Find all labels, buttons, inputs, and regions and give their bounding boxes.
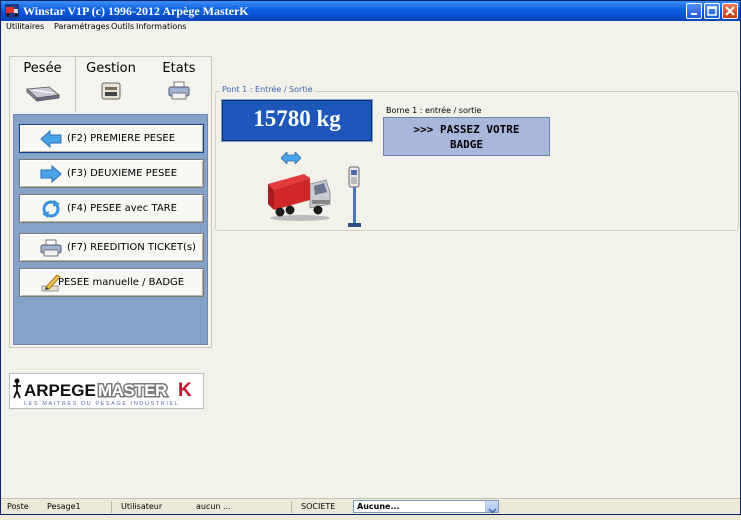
tab-pesee-label: Pesée: [23, 61, 62, 76]
arpege-logo-graphic: ARPEGE MASTER K LES MAITRES DU PESAGE IN…: [13, 378, 192, 407]
left-panel: Pesée Gestion Etats (F2) PREMIERE PESEE …: [9, 56, 212, 348]
pesee-manuelle-label: PESEE manuelle / BADGE: [58, 277, 185, 288]
maximize-button[interactable]: [704, 3, 720, 19]
premiere-pesee-label: (F2) PREMIERE PESEE: [67, 133, 176, 144]
user-label: Utilisateur: [121, 502, 163, 511]
societe-select[interactable]: Aucune...: [353, 500, 499, 514]
refresh-icon: [42, 200, 60, 218]
societe-select-value: Aucune...: [357, 502, 400, 511]
title-bar[interactable]: Winstar V1P (c) 1996-2012 Arpège MasterK: [1, 1, 740, 21]
register-icon: [101, 82, 121, 100]
societe-label: SOCIETE: [301, 502, 336, 511]
poste-value: Pesage1: [47, 502, 81, 511]
badge-message-display: >>> PASSEZ VOTRE BADGE: [383, 117, 550, 156]
arpege-masterk-logo: ARPEGE MASTER K LES MAITRES DU PESAGE IN…: [9, 373, 204, 409]
pesee-tare-label: (F4) PESEE avec TARE: [67, 203, 177, 214]
menu-outils[interactable]: Outils: [111, 22, 134, 31]
minimize-icon: [691, 13, 697, 15]
bidirectional-arrow-icon: [281, 152, 301, 164]
window-title: Winstar V1P (c) 1996-2012 Arpège MasterK: [23, 4, 249, 18]
status-divider: [291, 501, 292, 513]
reedition-ticket-label: (F7) REEDITION TICKET(s): [67, 242, 196, 253]
svg-text:K: K: [178, 380, 192, 401]
societe-select-arrow[interactable]: [485, 501, 498, 514]
tab-gestion-label: Gestion: [86, 61, 136, 76]
svg-text:LES MAITRES DU PESAGE INDUSTRI: LES MAITRES DU PESAGE INDUSTRIEL: [24, 401, 179, 407]
status-bar: Poste Pesage1 Utilisateur aucun ... SOCI…: [1, 498, 740, 514]
menu-bar: Utilitaires Paramétrages Outils Informat…: [1, 21, 740, 35]
tab-gestion[interactable]: Gestion: [78, 57, 144, 112]
svg-text:ARPEGE: ARPEGE: [24, 381, 96, 400]
chevron-down-icon: [488, 508, 497, 514]
close-button[interactable]: [722, 3, 738, 19]
truck-icon: [268, 174, 331, 221]
deuxieme-pesee-button[interactable]: (F3) DEUXIEME PESEE: [19, 159, 204, 188]
menu-parametrages[interactable]: Paramétrages: [54, 22, 110, 31]
weight-value: 15780 kg: [253, 106, 341, 131]
scale-icon: [25, 86, 60, 102]
badge-message-line-1: >>> PASSEZ VOTRE: [413, 123, 520, 136]
maximize-icon: [707, 6, 717, 16]
pesee-manuelle-button[interactable]: PESEE manuelle / BADGE: [19, 268, 204, 297]
printer-icon: [168, 81, 190, 100]
arrow-right-icon: [40, 165, 62, 183]
menu-informations[interactable]: Informations: [136, 22, 186, 31]
truck-app-icon: [5, 4, 19, 18]
badge-terminal-icon: [348, 166, 361, 227]
minimize-button[interactable]: [686, 3, 702, 19]
deuxieme-pesee-label: (F3) DEUXIEME PESEE: [67, 168, 178, 179]
user-value: aucun ...: [196, 502, 231, 511]
badge-message-line-2: BADGE: [449, 138, 484, 151]
action-button-panel: (F2) PREMIERE PESEE (F3) DEUXIEME PESEE …: [13, 114, 208, 345]
weighbridge-title: Pont 1 : Entrée / Sortie: [220, 85, 315, 94]
menu-utilitaires[interactable]: Utilitaires: [6, 22, 44, 31]
tab-etats[interactable]: Etats: [146, 57, 212, 112]
tab-etats-label: Etats: [162, 61, 196, 76]
borne-label: Borne 1 : entrée / sortie: [386, 106, 482, 115]
status-divider: [111, 501, 112, 513]
tab-pesee[interactable]: Pesée: [10, 57, 76, 112]
stick-figure-icon: [13, 378, 21, 399]
reedition-ticket-button[interactable]: (F7) REEDITION TICKET(s): [19, 233, 204, 262]
svg-text:MASTER: MASTER: [98, 381, 167, 400]
weighbridge-panel: Pont 1 : Entrée / Sortie 15780 kg Borne …: [215, 85, 739, 231]
close-icon: [725, 6, 735, 16]
weight-display: 15780 kg: [222, 100, 372, 141]
printer-icon: [40, 239, 62, 257]
premiere-pesee-button[interactable]: (F2) PREMIERE PESEE: [19, 124, 204, 153]
arrow-left-icon: [40, 130, 62, 148]
main-window: Winstar V1P (c) 1996-2012 Arpège MasterK…: [0, 0, 741, 515]
pesee-tare-button[interactable]: (F4) PESEE avec TARE: [19, 194, 204, 223]
poste-label: Poste: [7, 502, 29, 511]
